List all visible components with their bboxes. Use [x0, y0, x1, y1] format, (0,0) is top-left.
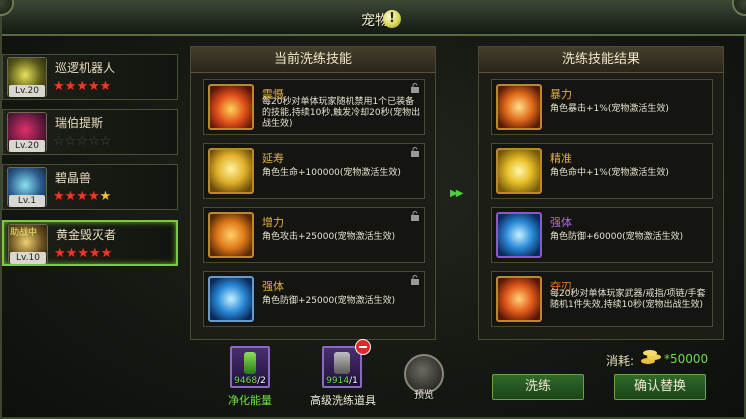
assist-tag: 助战中 — [10, 228, 38, 238]
gold-coins-icon — [641, 350, 661, 364]
star-icon: ☆ — [53, 134, 65, 149]
pet-level: Lv.20 — [9, 85, 45, 97]
heart-aura-icon — [208, 148, 254, 194]
skill-slot[interactable]: 强体 角色防御+60000(宠物激活生效) — [491, 207, 713, 263]
item-label: 高级洗练道具 — [310, 394, 376, 407]
cost-value: *50000 — [664, 352, 709, 366]
star-icon: ★ — [53, 79, 65, 94]
panel-title: 当前洗练技能 — [191, 47, 435, 73]
skill-slot[interactable]: 增力 角色攻击+25000(宠物激活生效) — [203, 207, 425, 263]
pet-stars: ★★★★★ — [53, 189, 111, 204]
item-need: /2 — [257, 376, 266, 386]
panel-title: 洗练技能结果 — [479, 47, 723, 73]
star-icon: ★ — [54, 246, 66, 261]
preview-label: 预览 — [414, 390, 434, 401]
star-icon: ★ — [99, 189, 112, 204]
current-skills-panel: 当前洗练技能 震慑 每20秒对单体玩家随机禁用1个已装备的技能,持续10秒,触发… — [190, 46, 436, 340]
skill-desc: 角色防御+25000(宠物激活生效) — [262, 296, 396, 306]
star-icon: ★ — [77, 246, 89, 261]
pet-list-item[interactable]: Lv.20 巡逻机器人 ★★★★★ — [2, 54, 178, 100]
skill-desc: 每20秒对单体玩家随机禁用1个已装备的技能,持续10秒,触发冷却20秒(宠物出战… — [262, 97, 421, 129]
skill-slot[interactable]: 精准 角色命中+1%(宠物激活生效) — [491, 143, 713, 199]
item-label: 净化能量 — [228, 394, 272, 407]
star-icon: ☆ — [99, 134, 112, 149]
pet-name: 巡逻机器人 — [55, 61, 116, 75]
crossed-swords-icon — [208, 212, 254, 258]
skill-name: 强体 — [262, 280, 284, 293]
disarm-icon — [496, 276, 542, 322]
confirm-replace-button[interactable]: 确认替换 — [614, 374, 706, 400]
purify-energy-item[interactable]: 9468/2 — [230, 346, 270, 388]
skill-slot[interactable]: 强体 角色防御+25000(宠物激活生效) — [203, 271, 425, 327]
sword-icon — [496, 84, 542, 130]
pet-stars: ★★★★★ — [54, 246, 112, 261]
skill-name: 延寿 — [262, 152, 284, 165]
arrow-right-icon: ▶▶ — [450, 188, 463, 199]
info-icon[interactable]: ! — [383, 10, 401, 28]
star-icon: ★ — [65, 246, 78, 261]
skill-name: 强体 — [550, 216, 572, 229]
cost-label: 消耗: — [606, 354, 635, 368]
pet-window: 宠物 ! Lv.20 巡逻机器人 ★★★★★ Lv.20 瑞伯提斯 ☆☆☆☆☆ … — [0, 0, 746, 419]
energy-canister-icon — [244, 352, 256, 374]
skill-name: 增力 — [262, 216, 284, 229]
skill-name: 暴力 — [550, 88, 572, 101]
shield-icon — [496, 212, 542, 258]
lock-icon[interactable] — [410, 275, 420, 285]
pet-list-item[interactable]: Lv.20 瑞伯提斯 ☆☆☆☆☆ — [2, 109, 178, 155]
result-skills-panel: 洗练技能结果 暴力 角色暴击+1%(宠物激活生效) 精准 角色命中+1%(宠物激… — [478, 46, 724, 340]
star-icon: ★ — [99, 79, 112, 94]
pet-stars: ★★★★★ — [53, 79, 111, 94]
skill-desc: 角色生命+100000(宠物激活生效) — [262, 168, 401, 178]
skill-desc: 每20秒对单体玩家武器/戒指/项链/手套随机1件失效,持续10秒(宠物出战生效) — [550, 289, 706, 310]
star-icon: ☆ — [87, 134, 100, 149]
flame-fist-icon — [208, 84, 254, 130]
star-icon: ★ — [87, 79, 100, 94]
pet-stars: ☆☆☆☆☆ — [53, 134, 111, 149]
refine-button[interactable]: 洗练 — [492, 374, 584, 400]
pet-level: Lv.20 — [9, 140, 45, 152]
skill-desc: 角色暴击+1%(宠物激活生效) — [550, 104, 669, 114]
pet-name: 黄金毁灭者 — [56, 228, 117, 242]
star-icon: ★ — [76, 189, 88, 204]
pet-list-item-selected[interactable]: 助战中 Lv.10 黄金毁灭者 ★★★★★ — [2, 220, 178, 266]
skill-slot[interactable]: 夺刃 每20秒对单体玩家武器/戒指/项链/手套随机1件失效,持续10秒(宠物出战… — [491, 271, 713, 327]
skill-slot[interactable]: 暴力 角色暴击+1%(宠物激活生效) — [491, 79, 713, 135]
star-icon: ☆ — [76, 134, 88, 149]
skill-slot[interactable]: 延寿 角色生命+100000(宠物激活生效) — [203, 143, 425, 199]
item-have: 9468 — [234, 376, 258, 386]
pet-list-item[interactable]: Lv.1 碧晶兽 ★★★★★ — [2, 164, 178, 210]
lock-icon[interactable] — [410, 211, 420, 221]
window-title: 宠物 — [361, 13, 389, 29]
pet-name: 碧晶兽 — [55, 171, 92, 185]
pet-level: Lv.1 — [9, 195, 45, 207]
pet-name: 瑞伯提斯 — [55, 116, 104, 130]
lock-icon[interactable] — [410, 83, 420, 93]
refine-scroll-icon — [334, 352, 350, 374]
item-have: 9914 — [326, 376, 350, 386]
star-icon: ★ — [100, 246, 113, 261]
star-icon: ☆ — [64, 134, 77, 149]
skill-desc: 角色攻击+25000(宠物激活生效) — [262, 232, 396, 242]
shield-icon — [208, 276, 254, 322]
item-need: /1 — [349, 376, 358, 386]
skill-desc: 角色命中+1%(宠物激活生效) — [550, 168, 669, 178]
star-icon: ★ — [88, 246, 101, 261]
advanced-refine-item[interactable]: 9914/1 — [322, 346, 362, 388]
target-icon — [496, 148, 542, 194]
star-icon: ★ — [53, 189, 65, 204]
star-icon: ★ — [87, 189, 100, 204]
skill-name: 精准 — [550, 152, 572, 165]
lock-icon[interactable] — [410, 147, 420, 157]
star-icon: ★ — [64, 189, 77, 204]
pet-level: Lv.10 — [10, 252, 46, 264]
remove-icon[interactable] — [355, 339, 371, 355]
star-icon: ★ — [64, 79, 77, 94]
star-icon: ★ — [76, 79, 88, 94]
title-bar: 宠物 ! — [2, 2, 746, 36]
skill-desc: 角色防御+60000(宠物激活生效) — [550, 232, 684, 242]
skill-slot[interactable]: 震慑 每20秒对单体玩家随机禁用1个已装备的技能,持续10秒,触发冷却20秒(宠… — [203, 79, 425, 135]
